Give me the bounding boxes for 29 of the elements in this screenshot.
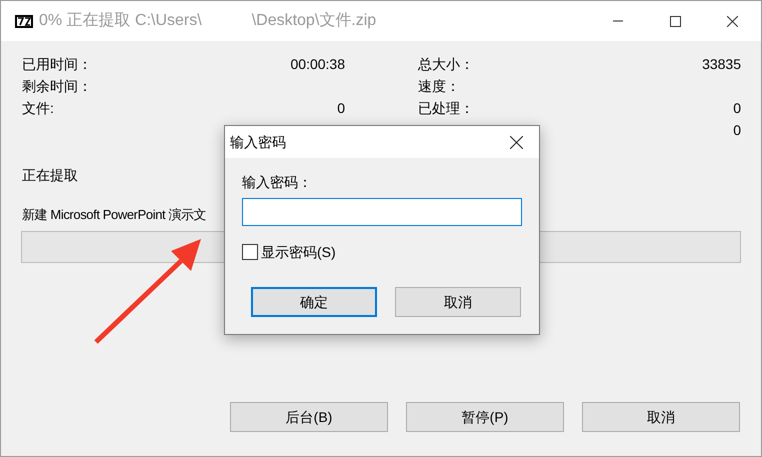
button[interactable]: 暂停(P) [406,402,564,432]
stat-value: 0 [733,120,741,140]
stat-label: 文件: [22,98,54,118]
dialog-title: 输入密码 [230,132,286,152]
password-label: 输入密码： [242,173,313,192]
window-title: 0% 正在提取 C:\Users\ [39,11,202,31]
app-logo-icon [15,14,33,28]
stat-label: 已处理： [418,98,474,118]
stat-value: 0 [337,98,345,118]
checkbox-label: 显示密码(S) [261,242,336,262]
button[interactable]: 确定 [251,287,377,317]
close-icon[interactable] [510,136,523,148]
button[interactable]: 后台(B) [230,402,388,432]
stat-value: 33835 [702,54,741,74]
stat-value: 0 [733,98,741,118]
window-title: \Desktop\文件.zip [252,10,376,31]
checkbox[interactable] [242,244,258,260]
stat-label: 速度： [418,76,460,96]
password-field[interactable] [242,198,522,226]
status-text: 正在提取 [22,166,78,185]
button[interactable]: 取消 [582,402,740,432]
stat-label: 剩余时间： [22,76,92,96]
file-name: 新建 Microsoft PowerPoint 演示文 [22,206,206,224]
stat-value: 00:00:38 [290,54,345,74]
stat-label: 总大小： [418,54,474,74]
close-icon[interactable] [727,16,738,26]
stat-label: 已用时间： [22,54,92,74]
button[interactable]: 取消 [395,287,521,317]
maximize-icon[interactable] [670,16,681,26]
